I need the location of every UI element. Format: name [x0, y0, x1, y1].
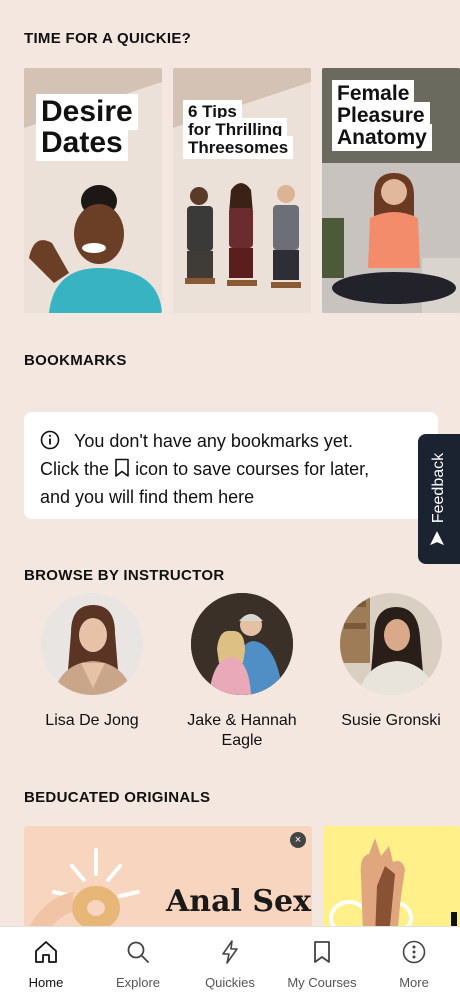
quickie-title-line3: Anatomy: [332, 124, 432, 151]
bookmarks-empty-message: You don't have any bookmarks yet. Click …: [24, 412, 438, 519]
avatar: [191, 593, 293, 695]
bookmarks-line3-text: and you will find them here: [40, 487, 255, 507]
instructor-name: Jake & Hannah Eagle: [187, 712, 297, 749]
bookmarks-message-line2: Click the icon to save courses for later…: [40, 455, 422, 483]
quickie-title-line2: Dates: [36, 125, 128, 161]
original-card-art: [24, 848, 140, 936]
quickie-card-female-pleasure[interactable]: Female Pleasure Anatomy: [322, 68, 460, 313]
nav-more[interactable]: More: [368, 927, 460, 1000]
home-icon: [35, 941, 57, 963]
search-icon: [127, 941, 149, 963]
instructor-name: Susie Gronski: [341, 712, 441, 729]
quickies-section-title: TIME FOR A QUICKIE?: [24, 30, 192, 47]
quickies-carousel[interactable]: Desire Dates 6 Tips for Thrilling Threes…: [24, 68, 460, 313]
info-icon: [40, 430, 60, 450]
bookmarks-line2-before: Click the: [40, 459, 110, 479]
avatar: [41, 593, 143, 695]
bookmark-icon: [314, 941, 330, 963]
bottom-navigation: Home Explore Quickies My Courses More: [0, 926, 460, 1000]
instructor-card-jake-hannah-eagle[interactable]: Jake & Hannah Eagle: [172, 593, 312, 751]
nav-my-courses[interactable]: My Courses: [276, 927, 368, 1000]
original-card-art: [329, 838, 457, 936]
instructor-card-lisa-de-jong[interactable]: Lisa De Jong: [22, 593, 162, 731]
nav-home[interactable]: Home: [0, 927, 92, 1000]
original-card-title: Anal Sex: [166, 884, 312, 919]
original-card-2[interactable]: [323, 826, 460, 936]
instructor-name: Lisa De Jong: [45, 712, 139, 729]
bookmarks-section-title: BOOKMARKS: [24, 352, 127, 369]
send-arrow-icon: [430, 531, 444, 546]
quickie-title-line3: Threesomes: [183, 136, 294, 159]
bookmark-icon: [115, 458, 129, 477]
bookmarks-line1-text: You don't have any bookmarks yet.: [74, 431, 353, 451]
more-icon: [402, 940, 426, 964]
nav-home-label: Home: [28, 975, 64, 990]
avatar: [340, 593, 442, 695]
instructors-section-title: BROWSE BY INSTRUCTOR: [24, 567, 225, 584]
nav-quickies-label: Quickies: [205, 975, 255, 990]
quickie-card-desire-dates[interactable]: Desire Dates: [24, 68, 162, 313]
nav-explore-label: Explore: [115, 975, 161, 990]
close-icon[interactable]: ×: [290, 832, 306, 848]
bookmarks-line2-after: icon to save courses for later,: [135, 459, 370, 479]
original-card-anal-sex[interactable]: Anal Sex ×: [24, 826, 312, 936]
quickie-card-threesomes[interactable]: 6 Tips for Thrilling Threesomes: [173, 68, 311, 313]
originals-section-title: BEDUCATED ORIGINALS: [24, 789, 211, 806]
nav-more-label: More: [399, 975, 429, 990]
nav-my-courses-label: My Courses: [287, 975, 357, 990]
nav-quickies[interactable]: Quickies: [184, 927, 276, 1000]
feedback-label: Feedback: [430, 453, 448, 546]
feedback-tab[interactable]: Feedback: [418, 434, 460, 564]
instructor-card-susie-gronski[interactable]: Susie Gronski: [321, 593, 460, 731]
nav-explore[interactable]: Explore: [92, 927, 184, 1000]
lightning-icon: [222, 940, 238, 964]
bookmarks-message-line1: You don't have any bookmarks yet.: [40, 427, 422, 455]
